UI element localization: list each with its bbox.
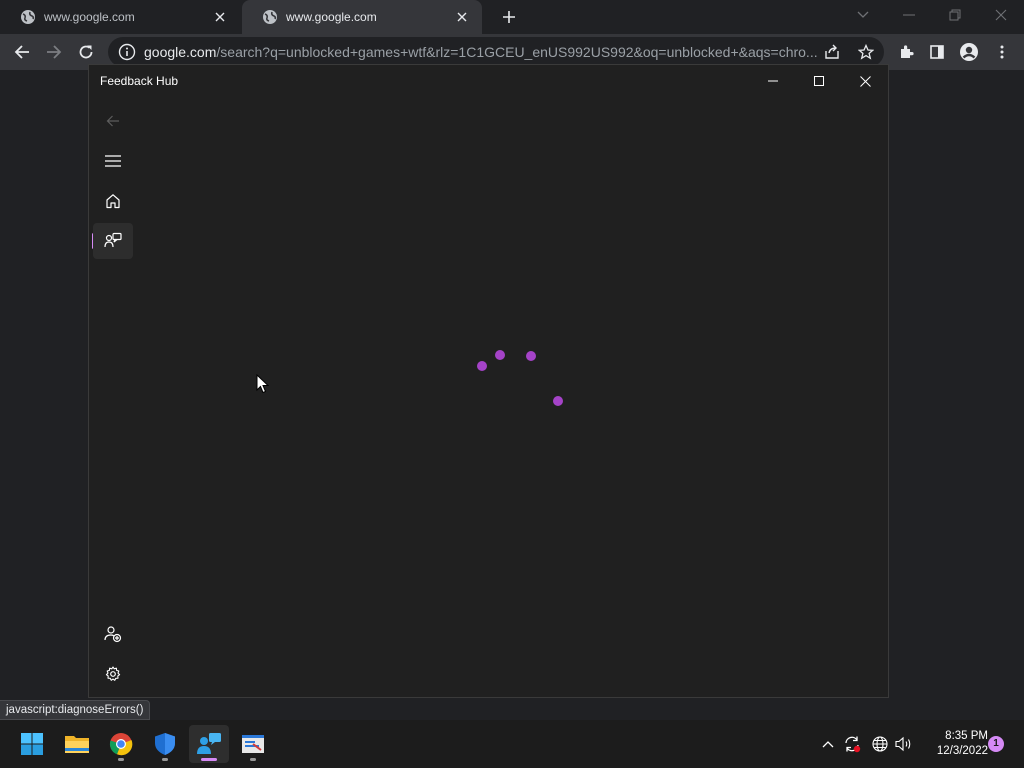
volume-icon[interactable] — [894, 734, 914, 754]
loading-dot — [477, 361, 487, 371]
add-account-icon[interactable] — [93, 616, 133, 652]
feedback-icon[interactable] — [93, 223, 133, 259]
loading-dot — [495, 350, 505, 360]
chevron-up-icon[interactable] — [818, 734, 838, 754]
snipping-tool-icon[interactable] — [233, 725, 273, 763]
share-icon[interactable] — [822, 42, 842, 62]
browser-tab-strip: www.google.com www.google.com — [0, 0, 1024, 34]
link-status-bubble: javascript:diagnoseErrors() — [0, 700, 151, 720]
loading-dot — [553, 396, 563, 406]
side-panel-icon[interactable] — [923, 38, 951, 66]
bookmark-star-icon[interactable] — [856, 42, 876, 62]
taskbar-clock[interactable]: 8:35 PM 12/3/2022 — [918, 729, 988, 759]
extensions-puzzle-icon[interactable] — [892, 38, 920, 66]
clock-time: 8:35 PM — [945, 730, 988, 742]
maximize-button[interactable] — [796, 65, 842, 97]
loading-dot — [526, 351, 536, 361]
globe-icon — [262, 9, 278, 25]
restore-browser-button[interactable] — [932, 0, 978, 30]
tab-search-icon[interactable] — [840, 0, 886, 30]
notification-badge[interactable]: 1 — [988, 736, 1004, 752]
globe-icon — [20, 9, 36, 25]
chrome-icon[interactable] — [101, 725, 141, 763]
sync-alert-icon[interactable] — [842, 734, 862, 754]
minimize-button[interactable] — [750, 65, 796, 97]
site-info-icon[interactable] — [118, 43, 136, 61]
address-bar[interactable]: google.com/search?q=unblocked+games+wtf&… — [108, 37, 884, 67]
close-tab-icon[interactable] — [212, 9, 228, 25]
windows-security-icon[interactable] — [145, 725, 185, 763]
home-icon[interactable] — [93, 183, 133, 219]
chrome-menu-icon[interactable] — [988, 38, 1016, 66]
close-browser-button[interactable] — [978, 0, 1024, 30]
back-button[interactable] — [8, 38, 36, 66]
running-indicator — [162, 758, 168, 761]
new-tab-button[interactable] — [498, 6, 520, 28]
clock-date: 12/3/2022 — [936, 745, 988, 757]
url-path: /search?q=unblocked+games+wtf&rlz=1C1GCE… — [216, 44, 818, 60]
tab-title: www.google.com — [44, 10, 135, 24]
url-host: google.com — [144, 44, 217, 60]
forward-button[interactable] — [40, 38, 68, 66]
minimize-browser-button[interactable] — [886, 0, 932, 30]
browser-tab[interactable]: www.google.com — [0, 0, 240, 34]
file-explorer-icon[interactable] — [57, 725, 97, 763]
reload-button[interactable] — [72, 38, 100, 66]
feedback-hub-taskbar-icon[interactable] — [189, 725, 229, 763]
running-indicator — [118, 758, 124, 761]
profile-avatar[interactable] — [955, 38, 983, 66]
active-indicator — [201, 758, 217, 761]
window-title: Feedback Hub — [100, 74, 179, 88]
close-tab-icon[interactable] — [454, 9, 470, 25]
mouse-cursor — [256, 373, 270, 399]
taskbar: 8:35 PM 12/3/2022 — [0, 720, 1024, 768]
hamburger-icon[interactable] — [93, 143, 133, 179]
network-globe-icon[interactable] — [870, 734, 890, 754]
gear-icon[interactable] — [93, 656, 133, 692]
tab-title: www.google.com — [286, 10, 377, 24]
feedback-hub-window: Feedback Hub — [88, 64, 889, 698]
start-button[interactable] — [12, 725, 52, 763]
browser-tab-active[interactable]: www.google.com — [242, 0, 482, 34]
running-indicator — [250, 758, 256, 761]
close-button[interactable] — [842, 65, 888, 97]
back-arrow-icon[interactable] — [93, 103, 133, 139]
